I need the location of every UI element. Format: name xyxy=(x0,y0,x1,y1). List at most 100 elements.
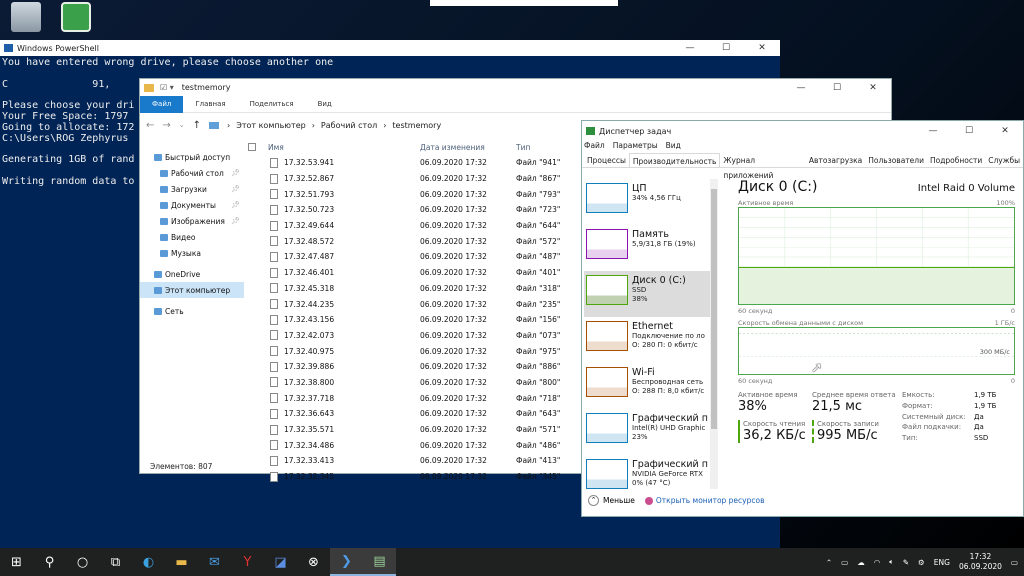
up-arrow-icon[interactable]: ↑ xyxy=(193,120,201,131)
property-key: Емкость: xyxy=(902,391,935,399)
maximize-icon[interactable]: ☐ xyxy=(819,80,855,96)
resource-item[interactable]: Ethernet Подключение по ло О: 280 П: 0 кби… xyxy=(584,317,710,363)
task-view-icon[interactable]: ○ xyxy=(66,548,99,576)
breadcrumb[interactable]: › Этот компьютер › Рабочий стол › testme… xyxy=(227,121,441,130)
file-type: Файл "643" xyxy=(516,409,561,419)
cloud-icon[interactable]: ☁ xyxy=(857,558,865,567)
resource-item[interactable]: Память 5,9/31,8 ГБ (19%) xyxy=(584,225,710,271)
file-type: Файл "318" xyxy=(516,283,561,293)
menu-file[interactable]: Файл xyxy=(584,141,605,153)
nav-item[interactable]: Изображения 📌︎ xyxy=(140,213,244,229)
pin-icon[interactable]: 📌︎ xyxy=(231,185,240,193)
close-icon[interactable]: ✕ xyxy=(744,40,780,56)
resource-item[interactable]: Wi-Fi Беспроводная сеть О: 288 П: 8,0 кбит… xyxy=(584,363,710,409)
maximize-icon[interactable]: ☐ xyxy=(951,123,987,139)
tm-tab[interactable]: Подробности xyxy=(927,153,985,167)
task-manager-taskbar-icon[interactable]: ▤ xyxy=(363,548,396,576)
nav-item[interactable]: Загрузки 📌︎ xyxy=(140,181,244,197)
resource-item[interactable]: Графический п Intel(R) UHD Graphic 23% xyxy=(584,409,710,455)
minimize-icon[interactable]: — xyxy=(783,80,819,96)
resource-detail: О: 288 П: 8,0 кбит/с xyxy=(632,387,705,395)
pin-icon[interactable]: 📌︎ xyxy=(231,169,240,177)
task-manager-window[interactable]: Диспетчер задач — ☐ ✕ Файл Параметры Вид… xyxy=(581,120,1024,517)
file-type: Файл "401" xyxy=(516,268,561,278)
nav-item[interactable]: Рабочий стол 📌︎ xyxy=(140,165,244,181)
file-date: 06.09.2020 17:32 xyxy=(420,268,487,278)
tab-file[interactable]: Файл xyxy=(140,95,184,113)
tm-tab[interactable]: Журнал приложений xyxy=(720,153,806,180)
resource-detail: 0% (47 °C) xyxy=(632,479,671,487)
quick-access-toolbar[interactable]: ☑ ▾ xyxy=(160,83,174,92)
nav-item[interactable]: Быстрый доступ xyxy=(140,149,244,165)
edge-browser-icon[interactable]: ◐ xyxy=(132,548,165,576)
close-icon[interactable]: ✕ xyxy=(855,80,891,96)
resource-item[interactable]: ЦП 34% 4,56 ГГц xyxy=(584,179,710,225)
settings-icon[interactable]: ⚙ xyxy=(918,558,925,567)
file-name: 17.32.51.793 xyxy=(284,189,335,199)
nav-item[interactable]: Музыка xyxy=(140,245,244,261)
minimize-icon[interactable]: — xyxy=(915,123,951,139)
tm-tab[interactable]: Процессы xyxy=(584,153,629,167)
tm-tab[interactable]: Пользователи xyxy=(865,153,927,167)
read-speed-value: 36,2 КБ/с xyxy=(743,428,806,443)
pin-icon[interactable]: 📌︎ xyxy=(231,201,240,209)
wifi-icon[interactable]: ◠ xyxy=(874,558,881,567)
volume-icon[interactable]: 🔈︎ xyxy=(889,557,894,567)
back-arrow-icon[interactable]: ← xyxy=(146,120,154,131)
maximize-icon[interactable]: ☐ xyxy=(708,40,744,56)
column-name[interactable]: Имя xyxy=(244,143,420,152)
powershell-titlebar[interactable]: Windows PowerShell — ☐ ✕ xyxy=(0,40,780,56)
less-button[interactable]: ⌃ Меньше xyxy=(588,495,635,506)
chevron-down-icon[interactable]: ⌄ xyxy=(179,121,185,129)
explorer-titlebar[interactable]: ☑ ▾ testmemory — ☐ ✕ xyxy=(140,79,891,96)
app-icon[interactable]: ◪ xyxy=(264,548,297,576)
resource-item[interactable]: Графический п NVIDIA GeForce RTX 0% (47 °C… xyxy=(584,455,710,489)
scrollbar-thumb[interactable] xyxy=(711,189,717,429)
multitask-icon[interactable]: ⧉ xyxy=(99,548,132,576)
start-button[interactable]: ⊞ xyxy=(0,548,33,576)
tm-tab[interactable]: Производительность xyxy=(628,153,721,167)
menu-view[interactable]: Вид xyxy=(666,141,681,153)
minimize-icon[interactable]: — xyxy=(672,40,708,56)
tm-tab[interactable]: Автозагрузка xyxy=(806,153,865,167)
nav-item[interactable]: Сеть xyxy=(140,303,244,319)
nav-item[interactable]: Документы 📌︎ xyxy=(140,197,244,213)
breadcrumb-desktop[interactable]: Рабочий стол xyxy=(321,121,377,130)
breadcrumb-this-pc[interactable]: Этот компьютер xyxy=(236,121,305,130)
tm-tab[interactable]: Службы xyxy=(985,153,1023,167)
select-all-checkbox[interactable] xyxy=(248,143,256,151)
taskbar: ⊞ ⚲ ○ ⧉ ◐ ▬ ✉ Y ◪ ⊗ ❯ ▤ ⌃ ▭ ☁ ◠ 🔈︎ ✎ ⚙ E… xyxy=(0,548,1024,576)
nav-item[interactable]: OneDrive xyxy=(140,266,244,282)
column-type[interactable]: Тип xyxy=(516,143,576,152)
search-icon[interactable]: ⚲ xyxy=(33,548,66,576)
forward-arrow-icon[interactable]: → xyxy=(162,120,170,131)
recycle-bin-icon[interactable] xyxy=(6,2,46,38)
pen-icon[interactable]: ✎ xyxy=(903,558,909,567)
powershell-taskbar-icon[interactable]: ❯ xyxy=(330,548,363,576)
chevron-up-icon[interactable]: ⌃ xyxy=(826,558,832,567)
column-date[interactable]: Дата изменения xyxy=(420,143,516,152)
sidebar-scrollbar[interactable] xyxy=(710,179,718,489)
nav-item[interactable]: Видео xyxy=(140,229,244,245)
tab-home[interactable]: Главная xyxy=(183,96,237,113)
resource-item[interactable]: Диск 0 (C:) SSD 38% xyxy=(584,271,710,317)
battery-icon[interactable]: ▭ xyxy=(841,558,848,567)
pin-icon[interactable]: 📌︎ xyxy=(231,217,240,225)
xbox-icon[interactable]: ⊗ xyxy=(297,548,330,576)
yandex-browser-icon[interactable]: Y xyxy=(231,548,264,576)
open-resource-monitor-link[interactable]: Открыть монитор ресурсов xyxy=(644,496,765,505)
clock[interactable]: 17:32 06.09.2020 xyxy=(959,552,1002,572)
breadcrumb-testmemory[interactable]: testmemory xyxy=(392,121,441,130)
language-indicator[interactable]: ENG xyxy=(934,558,950,567)
tab-view[interactable]: Вид xyxy=(306,96,344,113)
notification-icon[interactable]: ▭ xyxy=(1011,558,1018,567)
file-explorer-taskbar-icon[interactable]: ▬ xyxy=(165,548,198,576)
file-name: 17.32.49.644 xyxy=(284,221,335,231)
task-manager-titlebar[interactable]: Диспетчер задач — ☐ ✕ xyxy=(582,121,1023,141)
menu-options[interactable]: Параметры xyxy=(613,141,658,153)
app-shortcut-icon[interactable] xyxy=(56,2,96,38)
nav-item[interactable]: Этот компьютер xyxy=(140,282,244,298)
mail-icon[interactable]: ✉ xyxy=(198,548,231,576)
close-icon[interactable]: ✕ xyxy=(987,123,1023,139)
tab-share[interactable]: Поделиться xyxy=(238,96,306,113)
